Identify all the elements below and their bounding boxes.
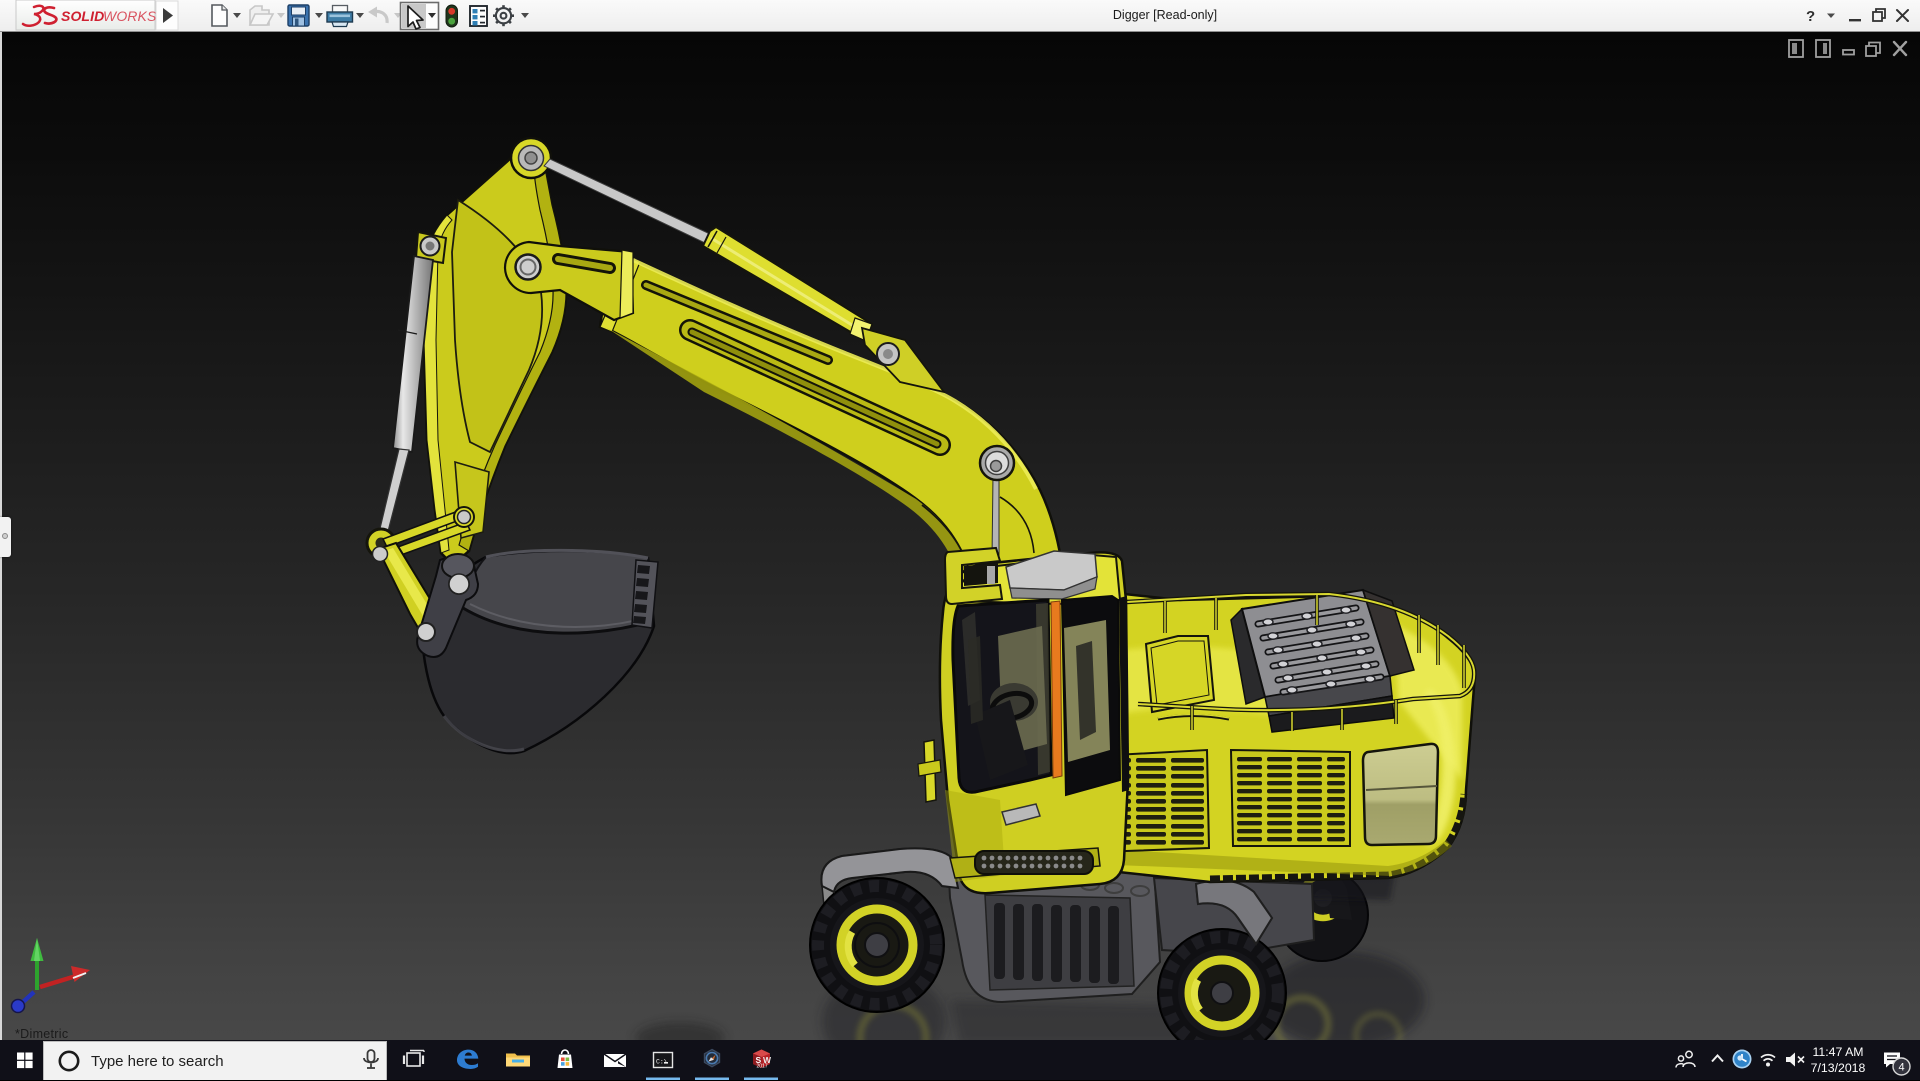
svg-text:2017: 2017 <box>757 1064 768 1070</box>
svg-text:4: 4 <box>1898 1062 1904 1074</box>
svg-text:?: ? <box>1806 8 1815 25</box>
svg-text:WORKS: WORKS <box>103 8 157 24</box>
svg-text:11:47 AM: 11:47 AM <box>1812 1045 1863 1059</box>
svg-text:7/13/2018: 7/13/2018 <box>1811 1061 1866 1075</box>
svg-text:SOLID: SOLID <box>61 8 104 24</box>
